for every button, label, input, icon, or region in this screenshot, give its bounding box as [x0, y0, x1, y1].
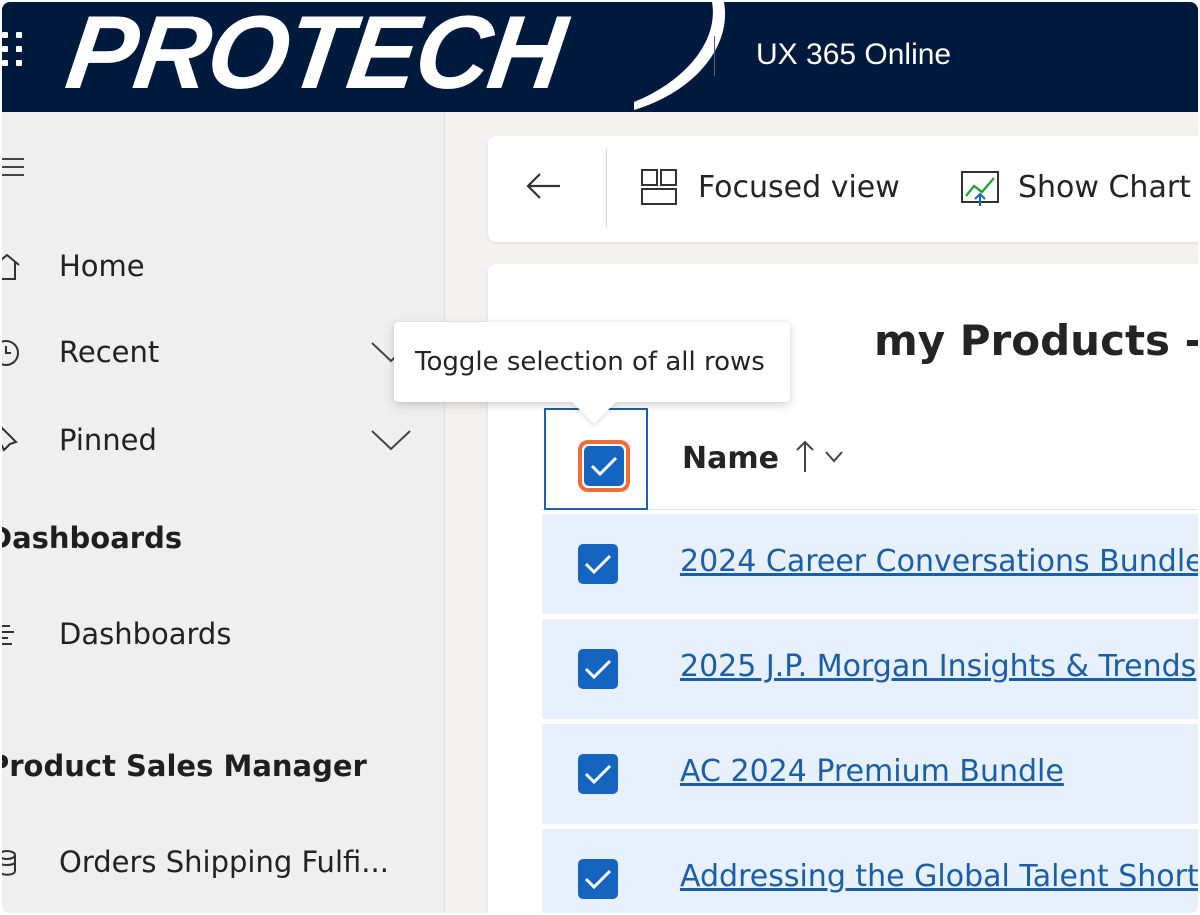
row-name-link[interactable]: Addressing the Global Talent Shortage	[680, 857, 1198, 897]
cylinder-icon	[2, 850, 16, 876]
logo-text: PROTECH	[59, 2, 571, 111]
row-checkbox[interactable]	[578, 649, 618, 689]
row-name-link[interactable]: AC 2024 Premium Bundle	[680, 752, 1064, 792]
checkmark-icon	[584, 764, 612, 785]
topbar-divider	[714, 36, 715, 76]
dashboard-icon	[2, 625, 14, 645]
checkmark-icon	[584, 659, 612, 680]
row-name-link[interactable]: 2025 J.P. Morgan Insights & Trends	[680, 647, 1196, 687]
sidebar-item-pinned[interactable]: Pinned	[2, 412, 442, 468]
checkmark-icon	[590, 456, 618, 477]
checkmark-icon	[584, 554, 612, 575]
hamburger-menu-icon[interactable]	[2, 156, 26, 178]
table-row[interactable]: AC 2024 Premium Bundle	[542, 724, 1198, 824]
sidebar-item-label: Orders Shipping Fulfi...	[59, 845, 389, 879]
sidebar-item-label: Dashboards	[59, 617, 232, 651]
column-header-name[interactable]: Name	[682, 440, 779, 478]
focused-view-label: Focused view	[698, 170, 900, 205]
tooltip-arrow	[570, 400, 618, 424]
chart-icon	[961, 171, 999, 206]
row-checkbox[interactable]	[578, 544, 618, 584]
pin-icon	[2, 426, 18, 452]
app-launcher-icon[interactable]	[2, 32, 30, 76]
table-row[interactable]: 2025 J.P. Morgan Insights & Trends	[542, 619, 1198, 719]
chevron-down-icon[interactable]	[824, 450, 844, 464]
select-all-checkbox[interactable]	[584, 446, 624, 486]
logo-swoosh-icon	[634, 2, 726, 110]
row-checkbox[interactable]	[578, 754, 618, 794]
tooltip: Toggle selection of all rows	[394, 322, 790, 424]
row-checkbox[interactable]	[578, 859, 618, 899]
command-separator	[606, 148, 607, 228]
back-arrow-icon[interactable]	[524, 166, 564, 206]
grid-header-row: Name	[542, 406, 1198, 510]
table-row[interactable]: 2024 Career Conversations Bundle	[542, 514, 1198, 614]
top-bar: PROTECH UX 365 Online	[2, 2, 1198, 112]
sort-ascending-icon	[796, 440, 814, 472]
section-title-dashboards: Dashboards	[2, 521, 183, 555]
sidebar-item-label: Home	[59, 249, 145, 283]
sidebar-item-orders-shipping[interactable]: Orders Shipping Fulfi...	[2, 834, 442, 890]
tooltip-text: Toggle selection of all rows	[415, 347, 765, 377]
view-title[interactable]: my Products - for	[874, 314, 1198, 368]
sidebar: Home Recent Pinned Dashboards Dashboards…	[2, 112, 445, 913]
sidebar-item-recent[interactable]: Recent	[2, 324, 442, 380]
sidebar-item-label: Recent	[59, 335, 160, 369]
home-icon	[2, 253, 20, 280]
table-row[interactable]: Addressing the Global Talent Shortage	[542, 829, 1198, 913]
sidebar-item-dashboards[interactable]: Dashboards	[2, 606, 442, 662]
app-window: PROTECH UX 365 Online Home Recent Pinned…	[2, 2, 1198, 913]
clock-icon	[2, 340, 19, 366]
row-name-link[interactable]: 2024 Career Conversations Bundle	[680, 542, 1198, 582]
sidebar-item-home[interactable]: Home	[2, 238, 442, 294]
protech-logo: PROTECH	[60, 2, 726, 112]
command-bar: Focused view Show Chart	[488, 136, 1198, 242]
section-title-product-sales-manager: Product Sales Manager	[2, 749, 367, 783]
checkmark-icon	[584, 869, 612, 890]
show-chart-label: Show Chart	[1018, 170, 1191, 205]
focused-view-icon	[641, 169, 677, 205]
sidebar-item-label: Pinned	[59, 423, 157, 457]
chevron-down-icon[interactable]	[370, 428, 412, 452]
app-title: UX 365 Online	[756, 38, 952, 71]
